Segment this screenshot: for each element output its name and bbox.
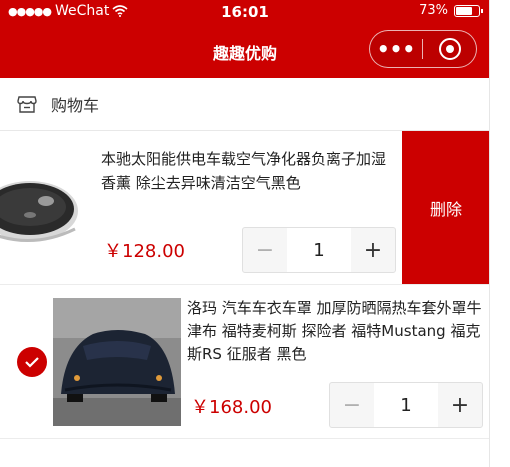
product-title[interactable]: 洛玛 汽车车衣车罩 加厚防晒隔热车套外罩牛津布 福特麦柯斯 探险者 福特Must…	[187, 297, 487, 366]
check-icon	[25, 357, 39, 368]
target-circle-icon	[438, 38, 461, 60]
close-mini-program-button[interactable]	[423, 38, 476, 60]
more-dots-icon[interactable]: •••	[370, 31, 422, 67]
product-price: ￥168.00	[191, 397, 272, 418]
phone-frame: ●●●●● WeChat 16:01 73% 趣趣优购 ••• 购物车 本驰太阳…	[0, 0, 490, 467]
decrease-button[interactable]: −	[330, 383, 374, 427]
quantity-stepper: − 1 +	[242, 227, 396, 273]
product-image[interactable]	[0, 161, 90, 257]
quantity-value[interactable]: 1	[287, 228, 351, 272]
product-price: ￥128.00	[104, 241, 185, 262]
product-title[interactable]: 本驰太阳能供电车载空气净化器负离子加湿香薰 除尘去异味清洁空气黑色	[101, 147, 396, 195]
cart-header: 购物车	[0, 78, 489, 131]
battery-fill	[456, 6, 473, 15]
store-icon	[17, 96, 37, 113]
mini-program-capsule: •••	[369, 30, 477, 68]
product-image[interactable]	[53, 298, 181, 426]
cart-item[interactable]: 洛玛 汽车车衣车罩 加厚防晒隔热车套外罩牛津布 福特麦柯斯 探险者 福特Must…	[0, 285, 489, 439]
battery-icon	[454, 4, 483, 17]
increase-button[interactable]: +	[438, 383, 482, 427]
cart-item[interactable]: 本驰太阳能供电车载空气净化器负离子加湿香薰 除尘去异味清洁空气黑色 ￥128.0…	[0, 131, 489, 285]
status-bar: ●●●●● WeChat 16:01 73%	[0, 0, 489, 24]
clock: 16:01	[221, 3, 269, 21]
quantity-stepper: − 1 +	[329, 382, 483, 428]
nav-bar: 趣趣优购 •••	[0, 24, 489, 78]
cart-title: 购物车	[51, 96, 100, 115]
checkbox-checked[interactable]	[17, 347, 47, 377]
battery-percent: 73%	[419, 3, 448, 18]
decrease-button[interactable]: −	[243, 228, 287, 272]
quantity-value[interactable]: 1	[374, 383, 438, 427]
delete-button[interactable]: 删除	[402, 131, 489, 284]
battery-group: 73%	[419, 3, 483, 18]
page-background	[490, 0, 510, 467]
increase-button[interactable]: +	[351, 228, 395, 272]
